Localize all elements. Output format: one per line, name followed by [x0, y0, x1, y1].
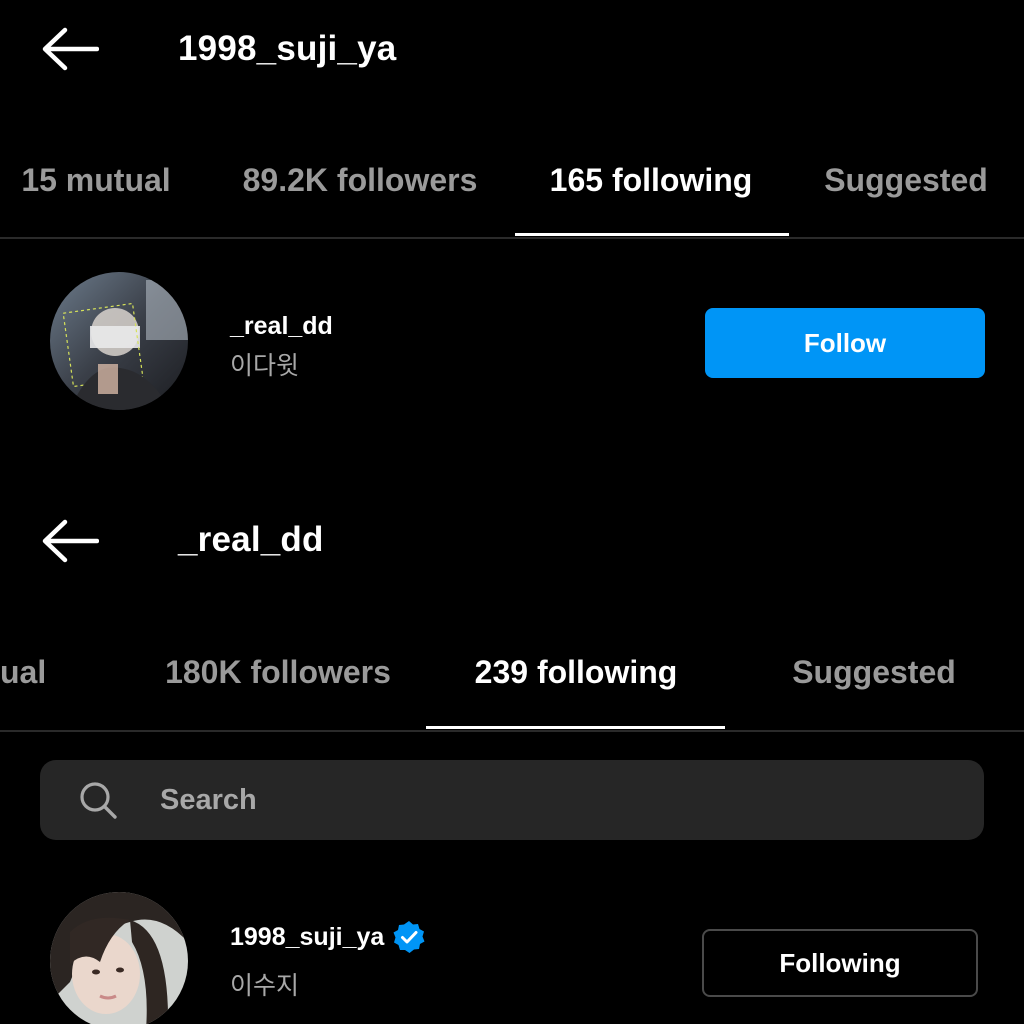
- username[interactable]: _real_dd: [230, 312, 333, 341]
- back-button[interactable]: [40, 24, 100, 74]
- page-title: 1998_suji_ya: [178, 29, 397, 68]
- verified-badge-icon: [393, 921, 425, 953]
- back-arrow-icon: [42, 519, 99, 563]
- list-item[interactable]: 1998_suji_ya 이수지 Following: [0, 892, 1024, 1024]
- tab-mutual[interactable]: 15 mutual: [18, 142, 174, 218]
- avatar-image: [50, 892, 188, 1024]
- top-tabs: 15 mutual 89.2K followers 165 following …: [0, 142, 1024, 222]
- bottom-tabs: ual 180K followers 239 following Suggest…: [0, 634, 1024, 714]
- back-arrow-icon: [42, 27, 99, 71]
- following-button[interactable]: Following: [702, 929, 978, 997]
- tab-suggested[interactable]: Suggested: [818, 142, 994, 218]
- username[interactable]: 1998_suji_ya: [230, 920, 426, 954]
- full-name: 이다윗: [230, 352, 300, 380]
- top-following-screen: 1998_suji_ya 15 mutual 89.2K followers 1…: [0, 0, 1024, 490]
- search-bar[interactable]: [40, 760, 984, 840]
- tab-following[interactable]: 165 following: [540, 142, 762, 218]
- bottom-following-screen: _real_dd ual 180K followers 239 followin…: [0, 490, 1024, 1024]
- back-button[interactable]: [40, 516, 100, 566]
- search-icon: [80, 782, 117, 819]
- avatar[interactable]: [50, 272, 188, 410]
- username-text: 1998_suji_ya: [230, 922, 385, 951]
- follow-button[interactable]: Follow: [705, 308, 985, 378]
- page-title: _real_dd: [178, 520, 324, 559]
- active-tab-indicator: [426, 726, 725, 729]
- username-text: _real_dd: [230, 312, 333, 340]
- search-input[interactable]: [160, 760, 920, 840]
- tab-mutual[interactable]: ual: [0, 634, 50, 710]
- tabs-divider: [0, 237, 1024, 239]
- top-header: 1998_suji_ya: [0, 0, 1024, 100]
- avatar-image: [50, 272, 188, 410]
- tab-followers[interactable]: 89.2K followers: [234, 142, 486, 218]
- full-name: 이수지: [230, 972, 300, 1000]
- active-tab-indicator: [515, 233, 789, 236]
- list-item[interactable]: _real_dd 이다윗 Follow: [0, 272, 1024, 412]
- tab-following[interactable]: 239 following: [466, 634, 686, 710]
- bottom-header: _real_dd: [0, 490, 1024, 590]
- tab-suggested[interactable]: Suggested: [786, 634, 962, 710]
- tab-followers[interactable]: 180K followers: [158, 634, 398, 710]
- avatar[interactable]: [50, 892, 188, 1024]
- tabs-divider: [0, 730, 1024, 732]
